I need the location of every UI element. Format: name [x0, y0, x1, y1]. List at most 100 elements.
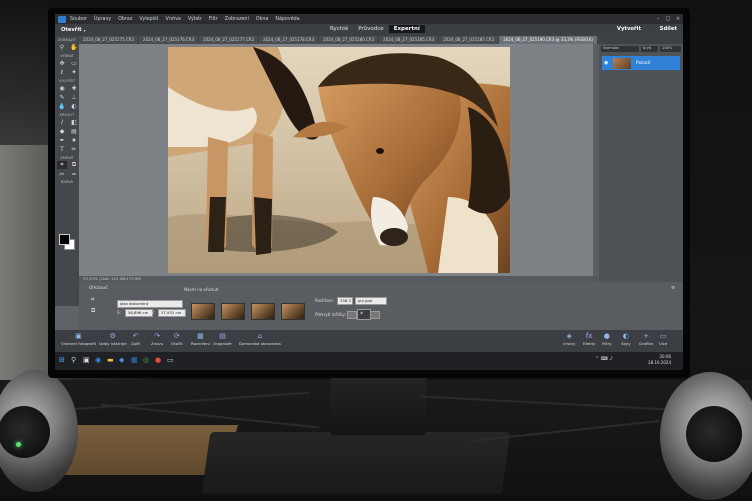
tray-icons[interactable]: ⌃ ⌨ ♪: [595, 356, 613, 362]
eye-tool-icon[interactable]: ◉: [57, 84, 67, 92]
crop-icon: ⌗: [91, 296, 95, 303]
crop-suggestion-thumb[interactable]: [191, 303, 215, 320]
minimize-icon[interactable]: –: [653, 16, 663, 22]
paint-bucket-icon[interactable]: ◆: [57, 127, 67, 135]
photo-bin-button[interactable]: ▣ Vrstvení fotografií: [61, 332, 96, 346]
task-view-icon[interactable]: ▣: [83, 356, 90, 364]
grid-thirds-button[interactable]: #: [357, 309, 371, 320]
crop-suggestion-thumb[interactable]: [281, 303, 305, 320]
layer-name: Pozadí: [636, 60, 651, 66]
doc-tab[interactable]: 2024_08_27_025177.CR3: [199, 36, 260, 44]
tool-options-button[interactable]: ⚙ Volby nástroje: [99, 332, 127, 346]
visibility-eye-icon[interactable]: ◉: [604, 60, 610, 66]
graphics-button[interactable]: + Grafika: [639, 332, 653, 346]
zoom-tool-icon[interactable]: ⚲: [57, 43, 67, 51]
menu-vrstva[interactable]: Vrstva: [165, 17, 180, 22]
smart-brush-icon[interactable]: ✎: [57, 93, 67, 101]
more-button[interactable]: ▭ Více: [659, 332, 667, 346]
doc-tab[interactable]: 2024_08_27_025176.CR3: [139, 36, 200, 44]
organizer-button[interactable]: ▤ Organizér: [213, 332, 232, 346]
shape-tool-icon[interactable]: ★: [69, 136, 79, 144]
app-icon[interactable]: ●: [155, 356, 161, 364]
open-dropdown-icon[interactable]: ▾: [84, 28, 86, 33]
undo-button[interactable]: ↶ Zpět: [131, 332, 140, 346]
styles-button[interactable]: ◐ Styly: [621, 332, 631, 346]
healing-tool-icon[interactable]: ✚: [69, 84, 79, 92]
effects-button[interactable]: fx Efekty: [583, 332, 595, 346]
straighten-tool-icon[interactable]: ═: [69, 170, 79, 178]
move-tool-icon[interactable]: ✥: [57, 59, 67, 67]
resolution-unit-select[interactable]: pix./pal.: [355, 297, 387, 305]
doc-tab[interactable]: 2024_08_27_025187.CR3: [439, 36, 500, 44]
marquee-tool-icon[interactable]: ▭: [69, 59, 79, 67]
menu-vyber[interactable]: Výběr: [188, 17, 202, 22]
blend-mode-select[interactable]: Normální: [601, 46, 639, 52]
height-input[interactable]: 37,931 cm: [158, 309, 186, 317]
lasso-tool-icon[interactable]: ℓ: [57, 68, 67, 76]
grid-grid-button[interactable]: [370, 311, 380, 319]
brush-tool-icon[interactable]: ∕: [57, 118, 67, 126]
store-icon[interactable]: ◆: [119, 356, 124, 364]
start-icon[interactable]: ⊞: [59, 356, 65, 364]
clone-stamp-icon[interactable]: ⊥: [69, 93, 79, 101]
filters-button[interactable]: ● Filtry: [602, 332, 612, 346]
file-explorer-icon[interactable]: ▬: [107, 356, 114, 364]
crop-tool-icon[interactable]: ⌗: [57, 161, 67, 169]
type-tool-icon[interactable]: T: [57, 145, 67, 153]
doc-tab[interactable]: 2024_08_27_025175.CR3: [79, 36, 140, 44]
home-screen-button[interactable]: ⌂ Domovská obrazovka: [239, 332, 281, 346]
opacity-input[interactable]: 100%: [660, 46, 681, 52]
menu-upravy[interactable]: Úpravy: [94, 17, 111, 22]
doc-tab[interactable]: 2024_08_27_025178.CR3: [259, 36, 320, 44]
gradient-tool-icon[interactable]: ▤: [69, 127, 79, 135]
doc-tab[interactable]: 2024_08_27_025180.CR3: [319, 36, 380, 44]
menu-napoveda[interactable]: Nápověda: [275, 17, 299, 22]
open-button[interactable]: Otevřít: [61, 27, 82, 33]
doc-tab[interactable]: 2024_08_27_025185.CR3: [379, 36, 440, 44]
resolution-input[interactable]: 338,3: [337, 297, 353, 305]
crop-suggestion-thumb[interactable]: [251, 303, 275, 320]
hand-tool-icon[interactable]: ✋: [69, 43, 79, 51]
options-menu-icon[interactable]: ≡: [671, 285, 675, 291]
share-button[interactable]: Sdílet: [660, 26, 677, 32]
sponge-tool-icon[interactable]: ◐: [69, 102, 79, 110]
create-button[interactable]: Vytvořit: [617, 26, 641, 32]
edge-icon[interactable]: ◉: [95, 356, 101, 364]
close-icon[interactable]: ×: [673, 16, 683, 22]
app-icon[interactable]: ▭: [167, 356, 174, 364]
eraser-tool-icon[interactable]: ◧: [69, 118, 79, 126]
mode-guided[interactable]: Průvodce: [353, 25, 389, 33]
photoshop-elements-icon[interactable]: ▦: [131, 356, 138, 364]
redo-button[interactable]: ↷ Znovu: [151, 332, 163, 346]
content-aware-move-icon[interactable]: ✂: [57, 170, 67, 178]
crop-suggestion-thumb[interactable]: [221, 303, 245, 320]
search-icon[interactable]: ⚲: [71, 356, 76, 364]
aspect-ratio-select[interactable]: Jako dokument: [117, 300, 183, 308]
maximize-icon[interactable]: □: [663, 16, 673, 22]
mode-quick[interactable]: Rychlé: [325, 25, 353, 33]
grid-overlay-label: Překrytí mřížky:: [315, 312, 346, 317]
menu-soubor[interactable]: Soubor: [70, 17, 87, 22]
pen-tool-icon[interactable]: ✒: [57, 136, 67, 144]
system-clock[interactable]: 20:06 28.10.2024: [648, 354, 671, 365]
menu-zobrazeni[interactable]: Zobrazení: [225, 17, 249, 22]
mode-expert[interactable]: Expertní: [388, 25, 425, 33]
layer-row[interactable]: ◉ Pozadí: [602, 56, 680, 70]
grid-none-button[interactable]: [347, 311, 357, 319]
chrome-icon[interactable]: ◎: [143, 356, 149, 364]
recompose-tool-icon[interactable]: ⧉: [69, 161, 79, 169]
foreground-color-swatch[interactable]: [59, 234, 70, 245]
menu-filtr[interactable]: Filtr: [209, 17, 218, 22]
rotate-button[interactable]: ⟳ Otočit: [171, 332, 183, 346]
canvas-area[interactable]: [79, 44, 599, 276]
width-input[interactable]: 56,896 cm: [125, 309, 153, 317]
blur-tool-icon[interactable]: 💧: [57, 102, 67, 110]
magic-wand-icon[interactable]: ✦: [69, 68, 79, 76]
layers-button[interactable]: ◈ Vrstvy: [563, 332, 575, 346]
layout-button[interactable]: ▦ Rozvržení: [191, 332, 210, 346]
menu-vylepsit[interactable]: Vylepšit: [139, 17, 158, 22]
doc-tab-active[interactable]: 2024_08_27_025190.CR3 @ 33,3% (RGB/16): [499, 36, 598, 44]
pencil-tool-icon[interactable]: ✏: [69, 145, 79, 153]
menu-okna[interactable]: Okna: [256, 17, 269, 22]
menu-obraz[interactable]: Obraz: [118, 17, 132, 22]
